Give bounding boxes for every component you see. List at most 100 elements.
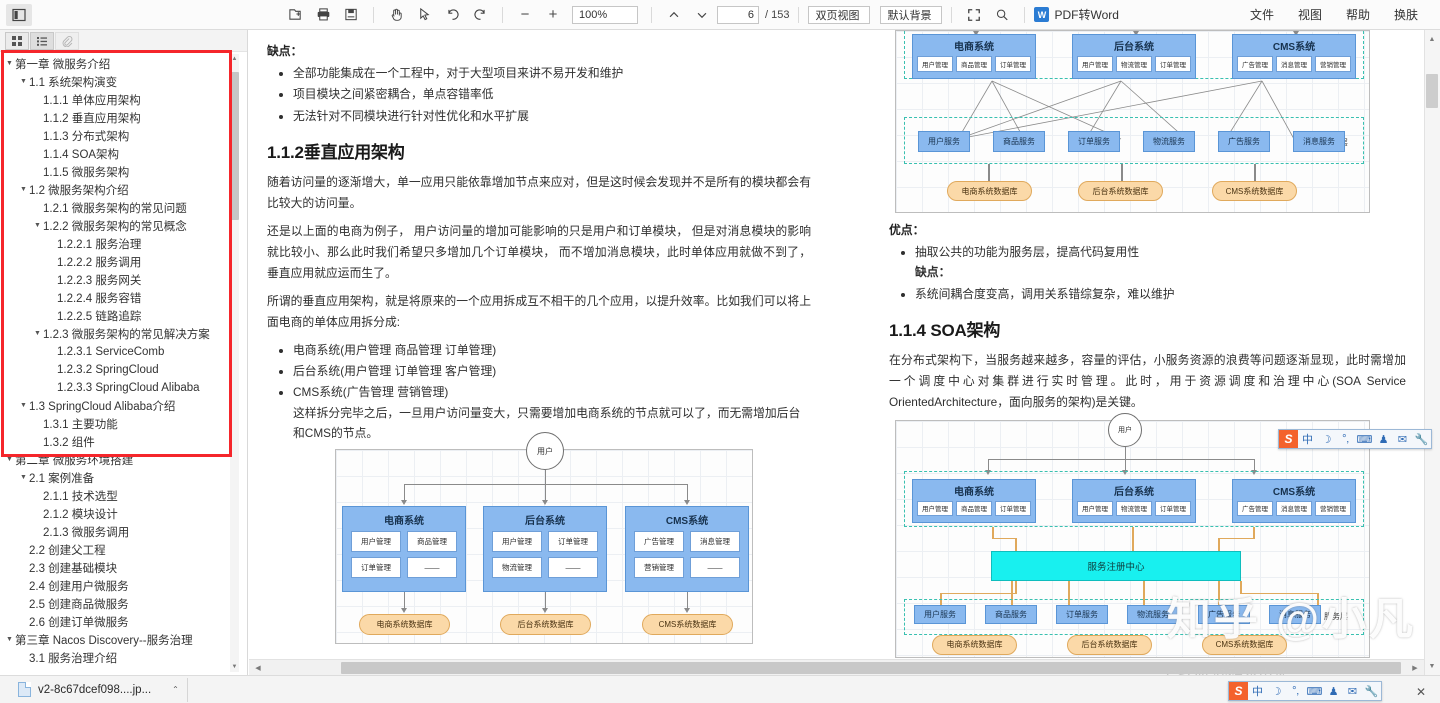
select-tool-icon[interactable]: [411, 4, 437, 26]
sogou-logo-icon[interactable]: S: [1229, 682, 1248, 700]
outline-item[interactable]: ▼1.1.3 分布式架构: [0, 127, 232, 145]
horizontal-scrollbar-thumb[interactable]: [341, 662, 1401, 674]
export-icon[interactable]: [282, 4, 308, 26]
outline-item[interactable]: ▼1.2.2.2 服务调用: [0, 253, 232, 271]
sidebar-toggle-icon[interactable]: [6, 4, 32, 26]
ime-floating-toolbar-top[interactable]: S 中 ☽ °‚ ⌨ ♟ ✉ 🔧: [1278, 429, 1432, 449]
outline-item[interactable]: ▼1.2.2.3 服务网关: [0, 271, 232, 289]
document-horizontal-scrollbar[interactable]: ◀ ▶: [249, 659, 1424, 675]
ime-tools-icon[interactable]: 🔧: [1362, 682, 1381, 700]
menu-view[interactable]: 视图: [1286, 6, 1334, 23]
ime-moon-icon[interactable]: ☽: [1317, 430, 1336, 448]
close-icon[interactable]: ✕: [1412, 683, 1430, 701]
sidebar-scroll-up-arrow[interactable]: ▲: [230, 54, 239, 64]
sidebar-tab-outline[interactable]: [30, 32, 54, 50]
outline-item[interactable]: ▼1.3 SpringCloud Alibaba介绍: [0, 397, 232, 415]
sidebar-tab-thumbnails[interactable]: [5, 32, 29, 50]
outline-item[interactable]: ▼1.2.3.2 SpringCloud: [0, 361, 232, 379]
scroll-left-arrow[interactable]: ◀: [251, 661, 265, 675]
fullscreen-icon[interactable]: [961, 4, 987, 26]
ime-punct-icon[interactable]: °‚: [1336, 430, 1355, 448]
document-vertical-scrollbar[interactable]: ▲ ▼: [1424, 30, 1440, 675]
scroll-up-arrow[interactable]: ▲: [1425, 32, 1439, 46]
outline-item[interactable]: ▼1.2.2.1 服务治理: [0, 235, 232, 253]
ime-lang-icon[interactable]: 中: [1248, 682, 1267, 700]
outline-item[interactable]: ▼2.2 创建父工程: [0, 541, 232, 559]
outline-item[interactable]: ▼2.5 创建商品微服务: [0, 595, 232, 613]
scroll-right-arrow[interactable]: ▶: [1408, 661, 1422, 675]
sidebar-tab-attachments[interactable]: [55, 32, 79, 50]
sidebar-scrollbar-thumb[interactable]: [230, 72, 239, 220]
sogou-logo-icon[interactable]: S: [1279, 430, 1298, 448]
hand-tool-icon[interactable]: [383, 4, 409, 26]
outline-item[interactable]: ▼2.4 创建用户微服务: [0, 577, 232, 595]
outline-item[interactable]: ▼第三章 Nacos Discovery--服务治理: [0, 631, 232, 649]
outline-item[interactable]: ▼2.3 创建基础模块: [0, 559, 232, 577]
outline-item[interactable]: ▼2.1.2 模块设计: [0, 505, 232, 523]
background-mode-select[interactable]: 默认背景: [880, 6, 942, 24]
outline-item[interactable]: ▼1.2.1 微服务架构的常见问题: [0, 199, 232, 217]
outline-item[interactable]: ▼1.2.2.4 服务容错: [0, 289, 232, 307]
ime-tools-icon[interactable]: 🔧: [1412, 430, 1431, 448]
outline-item[interactable]: ▼1.2.2 微服务架构的常见概念: [0, 217, 232, 235]
chevron-down-icon[interactable]: ▼: [32, 325, 43, 343]
scroll-down-arrow[interactable]: ▼: [1425, 659, 1439, 673]
outline-item[interactable]: ▼第二章 微服务环境搭建: [0, 451, 232, 469]
zoom-in-button[interactable]: +: [540, 4, 566, 26]
ime-keyboard-icon[interactable]: ⌨: [1355, 430, 1374, 448]
outline-item[interactable]: ▼1.3.1 主要功能: [0, 415, 232, 433]
chevron-down-icon[interactable]: ▼: [18, 397, 29, 415]
outline-item[interactable]: ▼1.1.2 垂直应用架构: [0, 109, 232, 127]
menu-skin[interactable]: 换肤: [1382, 6, 1430, 23]
next-page-icon[interactable]: [689, 4, 715, 26]
print-icon[interactable]: [310, 4, 336, 26]
chevron-up-icon[interactable]: ⌃: [172, 685, 179, 694]
ime-punct-icon[interactable]: °‚: [1286, 682, 1305, 700]
outline-item[interactable]: ▼2.1 案例准备: [0, 469, 232, 487]
download-item[interactable]: v2-8c67dcef098....jp... ⌃: [10, 678, 188, 702]
outline-item[interactable]: ▼2.6 创建订单微服务: [0, 613, 232, 631]
chevron-down-icon[interactable]: ▼: [18, 73, 29, 91]
menu-file[interactable]: 文件: [1238, 6, 1286, 23]
outline-item[interactable]: ▼3.1 服务治理介绍: [0, 649, 232, 667]
save-as-icon[interactable]: [338, 4, 364, 26]
chevron-down-icon[interactable]: ▼: [32, 217, 43, 235]
pdf-to-word-button[interactable]: W PDF转Word: [1034, 6, 1118, 23]
outline-item[interactable]: ▼1.2.3 微服务架构的常见解决方案: [0, 325, 232, 343]
outline-item[interactable]: ▼1.1.1 单体应用架构: [0, 91, 232, 109]
undo-icon[interactable]: [439, 4, 465, 26]
ime-keyboard-icon[interactable]: ⌨: [1305, 682, 1324, 700]
chevron-down-icon[interactable]: ▼: [18, 181, 29, 199]
chevron-down-icon[interactable]: ▼: [4, 631, 15, 649]
ime-user-icon[interactable]: ♟: [1324, 682, 1343, 700]
current-page-input[interactable]: 6: [717, 6, 759, 24]
view-mode-select[interactable]: 双页视图: [808, 6, 870, 24]
document-viewport[interactable]: 缺点： 全部功能集成在一个工程中，对于大型项目来讲不易开发和维护 项目模块之间紧…: [249, 30, 1424, 675]
outline-item[interactable]: ▼1.1.4 SOA架构: [0, 145, 232, 163]
outline-item[interactable]: ▼1.1.5 微服务架构: [0, 163, 232, 181]
outline-item[interactable]: ▼1.2.2.5 链路追踪: [0, 307, 232, 325]
outline-item[interactable]: ▼1.2.3.3 SpringCloud Alibaba: [0, 379, 232, 397]
zoom-level-input[interactable]: 100%: [572, 6, 638, 24]
search-icon[interactable]: [989, 4, 1015, 26]
ime-user-icon[interactable]: ♟: [1374, 430, 1393, 448]
sidebar-scroll-down-arrow[interactable]: ▼: [230, 662, 239, 672]
chevron-down-icon[interactable]: ▼: [4, 451, 15, 469]
previous-page-icon[interactable]: [661, 4, 687, 26]
outline-item[interactable]: ▼1.1 系统架构演变: [0, 73, 232, 91]
vertical-scrollbar-thumb[interactable]: [1426, 74, 1438, 108]
ime-moon-icon[interactable]: ☽: [1267, 682, 1286, 700]
outline-item[interactable]: ▼1.2 微服务架构介绍: [0, 181, 232, 199]
outline-item[interactable]: ▼2.1.3 微服务调用: [0, 523, 232, 541]
chevron-down-icon[interactable]: ▼: [4, 55, 15, 73]
outline-item[interactable]: ▼1.2.3.1 ServiceComb: [0, 343, 232, 361]
ime-mail-icon[interactable]: ✉: [1343, 682, 1362, 700]
zoom-out-button[interactable]: −: [512, 4, 538, 26]
redo-icon[interactable]: [467, 4, 493, 26]
outline-item[interactable]: ▼1.3.2 组件: [0, 433, 232, 451]
chevron-down-icon[interactable]: ▼: [18, 469, 29, 487]
outline-item[interactable]: ▼第一章 微服务介绍: [0, 55, 232, 73]
ime-lang-icon[interactable]: 中: [1298, 430, 1317, 448]
outline-item[interactable]: ▼2.1.1 技术选型: [0, 487, 232, 505]
ime-mail-icon[interactable]: ✉: [1393, 430, 1412, 448]
